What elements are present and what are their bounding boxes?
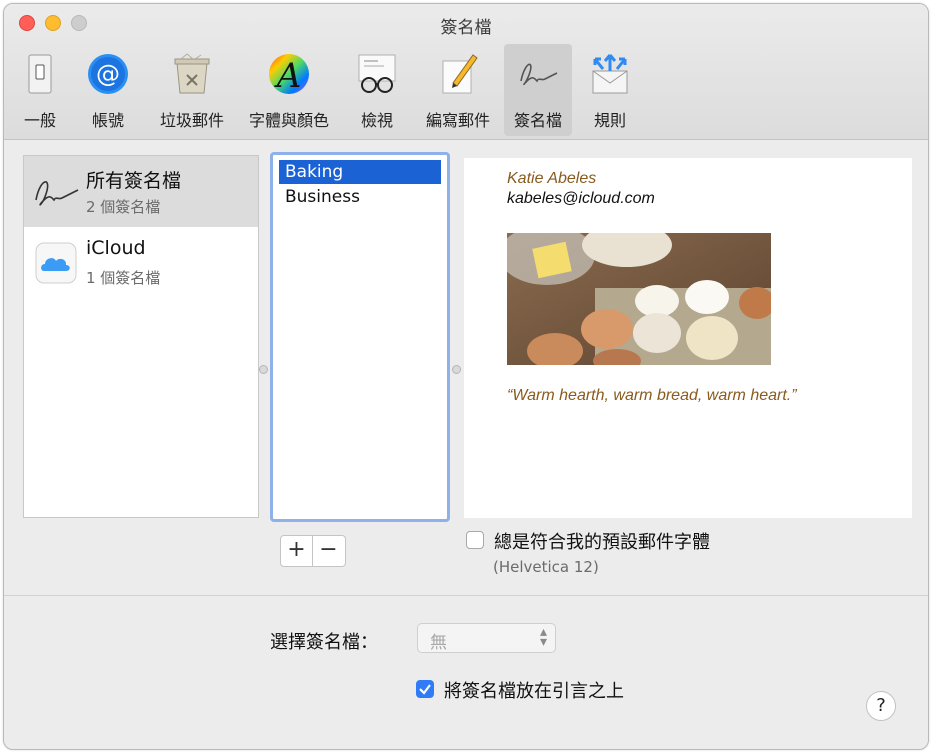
tab-signatures-label: 簽名檔 [513, 111, 562, 130]
tab-composing-label: 編寫郵件 [425, 111, 490, 130]
account-all-signatures[interactable]: 所有簽名檔 2 個簽名檔 [24, 156, 258, 227]
icloud-icon [35, 242, 77, 284]
tab-signatures[interactable]: 簽名檔 [504, 44, 572, 136]
svg-text:A: A [274, 56, 302, 96]
above-quote-checkbox[interactable] [416, 680, 434, 698]
signature-item[interactable]: Business [279, 185, 441, 209]
preferences-window: 簽名檔 一般 @ 帳號 垃圾郵件 A 字體與顏色 檢視 編寫郵件 簽名檔 規則 … [3, 3, 929, 750]
compose-pencil-icon [442, 54, 478, 94]
tab-viewing-label: 檢視 [360, 111, 393, 130]
preview-quote: “Warm hearth, warm bread, warm heart.” [507, 387, 797, 404]
chevron-updown-icon: ▴ ▾ [539, 624, 547, 650]
preview-name: Katie Abeles [507, 170, 597, 187]
choose-signature-popup[interactable]: 無 ▴ ▾ [417, 623, 556, 653]
signature-item[interactable]: Baking [279, 160, 441, 184]
account-count: 1 個簽名檔 [86, 269, 161, 287]
account-icloud[interactable]: iCloud 1 個簽名檔 [24, 227, 258, 298]
splitter-handle[interactable] [259, 365, 268, 374]
add-signature-button[interactable]: + [281, 536, 313, 566]
tab-fonts-colors-label: 字體與顏色 [248, 111, 329, 130]
account-title: iCloud [86, 237, 146, 259]
match-font-checkbox[interactable] [466, 531, 484, 549]
above-quote-label: 將簽名檔放在引言之上 [444, 681, 624, 702]
choose-signature-value: 無 [430, 633, 447, 653]
signature-preview[interactable]: Katie Abeles kabeles@icloud.com “Warm he… [464, 158, 912, 518]
eggs-baking-photo [507, 233, 771, 365]
accounts-list: 所有簽名檔 2 個簽名檔 iCloud 1 個簽名檔 [23, 155, 259, 518]
junk-trash-icon [174, 53, 210, 94]
font-hint: (Helvetica 12) [493, 558, 599, 576]
choose-signature-label: 選擇簽名檔： [270, 632, 378, 653]
tab-composing[interactable]: 編寫郵件 [417, 44, 499, 136]
switch-icon [28, 54, 52, 94]
checkmark-icon [419, 684, 431, 695]
account-title: 所有簽名檔 [86, 170, 182, 192]
titlebar: 簽名檔 一般 @ 帳號 垃圾郵件 A 字體與顏色 檢視 編寫郵件 簽名檔 規則 [4, 4, 928, 140]
tab-fonts-colors[interactable]: A 字體與顏色 [239, 44, 339, 136]
tab-rules[interactable]: 規則 [584, 44, 636, 136]
svg-text:@: @ [96, 60, 120, 88]
tab-accounts[interactable]: @ 帳號 [82, 44, 134, 136]
tab-general[interactable]: 一般 [14, 44, 66, 136]
signatures-list[interactable]: Baking Business [270, 152, 450, 522]
window-title: 簽名檔 [440, 18, 492, 38]
signature-icon [35, 181, 79, 206]
splitter-handle[interactable] [452, 365, 461, 374]
tab-viewing[interactable]: 檢視 [351, 44, 403, 136]
add-remove-control: + − [280, 535, 346, 567]
glasses-icon [358, 54, 396, 93]
help-button[interactable]: ? [866, 691, 896, 721]
tab-junk-label: 垃圾郵件 [159, 111, 224, 130]
divider [4, 595, 928, 596]
tab-junk[interactable]: 垃圾郵件 [151, 44, 233, 136]
tab-accounts-label: 帳號 [91, 111, 124, 130]
font-color-icon: A [269, 54, 309, 96]
rules-envelope-icon [592, 54, 628, 94]
tab-general-label: 一般 [23, 111, 56, 130]
preview-email: kabeles@icloud.com [507, 190, 655, 207]
signature-icon [520, 63, 558, 86]
remove-signature-button[interactable]: − [313, 536, 344, 566]
tab-rules-label: 規則 [593, 111, 626, 130]
match-font-label: 總是符合我的預設郵件字體 [494, 532, 710, 553]
at-icon: @ [88, 54, 128, 94]
account-count: 2 個簽名檔 [86, 198, 161, 216]
